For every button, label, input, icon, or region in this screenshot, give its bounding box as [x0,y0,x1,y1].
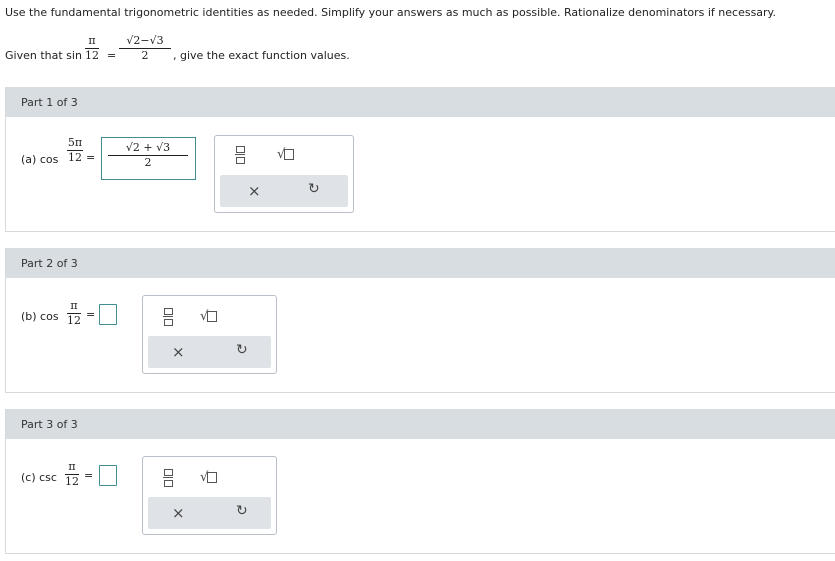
fraction-template-icon[interactable] [235,146,245,164]
clear-icon[interactable]: × [172,343,185,361]
part-1-header-label: Part 1 of 3 [21,95,78,109]
part-3-header-label: Part 3 of 3 [21,417,78,431]
part-2-answer-field[interactable] [99,304,117,325]
square-root-template-icon[interactable]: √ [200,470,218,485]
part-2-angle-numerator: π [70,299,78,312]
part-3-label: (c) csc [21,471,57,484]
part-1-math-toolbox: √ × ↻ [214,135,354,213]
undo-icon[interactable]: ↻ [308,181,320,197]
part-1-angle-numerator: 5π [67,136,83,149]
given-value-denominator: 2 [141,49,149,62]
part-1-answer-field[interactable]: √2 + √3 2 [101,137,196,180]
part-1-answer-fraction: √2 + √3 2 [108,142,188,169]
part-2-label: (b) cos [21,310,59,323]
part-3-equals: = [84,469,94,482]
undo-icon[interactable]: ↻ [236,342,248,358]
part-1-angle-denominator: 12 [68,151,82,164]
part-2-angle-fraction: π 12 [67,300,81,327]
part-2-equals: = [86,308,96,321]
part-2-angle-denominator: 12 [67,314,81,327]
undo-icon[interactable]: ↻ [236,503,248,519]
given-value-fraction: √2−√3 2 [119,35,171,62]
part-3-math-toolbox: √ × ↻ [142,456,277,535]
part-3-angle-numerator: π [68,460,76,473]
square-root-template-icon[interactable]: √ [277,147,295,162]
fraction-template-icon[interactable] [163,469,173,487]
given-suffix: , give the exact function values. [173,49,350,62]
fraction-template-icon[interactable] [163,308,173,326]
part-2-math-toolbox: √ × ↻ [142,295,277,374]
part-2-toolbox-actions: × ↻ [148,336,271,368]
given-angle-numerator: π [88,34,96,47]
given-angle-denominator: 12 [85,49,99,62]
part-2-panel: Part 2 of 3 (b) cos π 12 = √ × ↻ [5,248,835,393]
part-1-label: (a) cos [21,153,59,166]
part-1-answer-numerator: √2 + √3 [125,141,171,154]
square-root-template-icon[interactable]: √ [200,309,218,324]
part-3-toolbox-actions: × ↻ [148,497,271,529]
part-2-header-label: Part 2 of 3 [21,256,78,270]
part-2-header: Part 2 of 3 [6,248,835,278]
given-angle-fraction: π 12 [85,35,99,62]
part-1-answer-denominator: 2 [144,156,152,169]
part-1-toolbox-actions: × ↻ [220,175,348,207]
part-3-answer-field[interactable] [99,465,117,486]
given-value-numerator: √2−√3 [126,34,164,47]
part-1-header: Part 1 of 3 [6,87,835,117]
part-3-angle-fraction: π 12 [65,461,79,488]
given-equals: = [107,49,117,62]
part-1-panel: Part 1 of 3 (a) cos 5π 12 = √2 + √3 2 √ … [5,87,835,232]
clear-icon[interactable]: × [172,504,185,522]
part-1-angle-fraction: 5π 12 [67,137,83,164]
part-3-angle-denominator: 12 [65,475,79,488]
part-1-equals: = [86,151,96,164]
part-3-panel: Part 3 of 3 (c) csc π 12 = √ × ↻ [5,409,835,554]
part-3-header: Part 3 of 3 [6,409,835,439]
given-prefix: Given that sin [5,49,82,62]
instructions-text: Use the fundamental trigonometric identi… [5,6,776,19]
clear-icon[interactable]: × [248,182,261,200]
